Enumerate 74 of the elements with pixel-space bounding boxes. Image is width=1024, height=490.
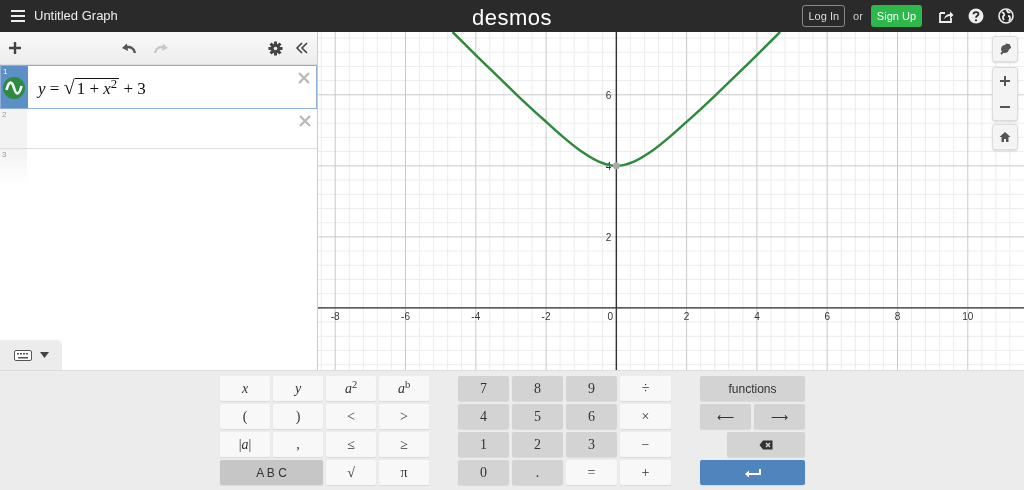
keypad-key[interactable]: < xyxy=(326,404,376,429)
menu-icon[interactable] xyxy=(10,9,26,23)
keypad-key[interactable]: = xyxy=(566,460,617,485)
settings-icon[interactable] xyxy=(268,40,283,56)
graph-style-icon[interactable] xyxy=(3,77,25,99)
keypad-key[interactable]: functions xyxy=(700,376,805,401)
keypad-key[interactable]: ≤ xyxy=(326,432,376,457)
y-tick-label: 2 xyxy=(605,231,612,243)
keypad-key[interactable]: 6 xyxy=(566,404,617,429)
keyboard-toggle[interactable] xyxy=(0,340,62,370)
keypad-key[interactable]: x xyxy=(220,376,270,401)
row-number: 3 xyxy=(2,149,7,161)
keypad-key[interactable]: > xyxy=(379,404,429,429)
row-number: 2 xyxy=(2,109,7,121)
x-tick-label: 4 xyxy=(754,310,760,322)
keypad-key[interactable]: a$^{b}$ xyxy=(379,376,429,401)
point-marker[interactable] xyxy=(612,162,620,170)
expression-row[interactable]: 1 y = √1 + x$^{2}$ + 3 xyxy=(0,65,317,109)
backspace-key[interactable] xyxy=(727,432,805,457)
keyboard-icon xyxy=(13,349,32,361)
keypad-key[interactable]: + xyxy=(620,460,671,485)
graph-title: Untitled Graph xyxy=(34,7,118,26)
globe-icon[interactable] xyxy=(998,8,1014,24)
x-tick-label: -6 xyxy=(401,310,410,322)
home-icon[interactable] xyxy=(999,131,1011,143)
keypad-key[interactable]: × xyxy=(620,404,671,429)
keypad-key[interactable]: 7 xyxy=(458,376,509,401)
keypad-key[interactable]: , xyxy=(273,432,323,457)
keypad-key[interactable]: ⟵ xyxy=(700,404,751,429)
help-icon[interactable] xyxy=(968,8,984,24)
login-button[interactable]: Log In xyxy=(802,4,846,28)
keypad-key[interactable]: 4 xyxy=(458,404,509,429)
backspace-icon[interactable] xyxy=(759,439,773,450)
x-tick-label: 6 xyxy=(824,310,830,322)
enter-icon[interactable] xyxy=(743,467,762,478)
x-tick-label: 2 xyxy=(683,310,690,322)
keypad-key[interactable]: ( xyxy=(220,404,270,429)
x-tick-label: -8 xyxy=(330,310,340,322)
keypad-key[interactable]: 0 xyxy=(458,460,509,485)
x-tick-label: 10 xyxy=(962,310,974,322)
keypad-key[interactable]: 5 xyxy=(512,404,563,429)
or-text: or xyxy=(853,8,863,24)
keypad-key[interactable]: y xyxy=(273,376,323,401)
x-tick-label: -2 xyxy=(541,310,551,322)
collapse-icon[interactable] xyxy=(295,41,309,55)
zoom-in-icon[interactable] xyxy=(999,75,1011,87)
row-number: 1 xyxy=(3,66,8,78)
keypad-key[interactable]: |a| xyxy=(220,432,270,457)
zoom-controls[interactable] xyxy=(992,67,1018,121)
keypad-key[interactable]: a$^{2}$ xyxy=(326,376,376,401)
keypad-key[interactable]: √ xyxy=(326,460,376,485)
keypad-key[interactable]: − xyxy=(620,432,671,457)
keypad-key[interactable]: A B C xyxy=(220,460,323,485)
y-tick-label: 6 xyxy=(605,89,612,101)
keypad-key[interactable]: . xyxy=(512,460,563,485)
add-icon[interactable] xyxy=(8,41,22,55)
keypad-key[interactable]: 2 xyxy=(512,432,563,457)
keypad-key[interactable]: ÷ xyxy=(620,376,671,401)
home-button[interactable] xyxy=(992,124,1018,150)
keypad-key[interactable]: ⟶ xyxy=(754,404,805,429)
math-expression[interactable]: y = √1 + x$^{2}$ + 3 xyxy=(28,72,146,102)
caret-icon xyxy=(39,352,49,358)
undo-icon[interactable] xyxy=(121,42,137,54)
keypad-key[interactable]: 8 xyxy=(512,376,563,401)
logo[interactable]: desmos xyxy=(472,1,552,34)
keypad-key[interactable]: ) xyxy=(273,404,323,429)
keypad-key[interactable]: 3 xyxy=(566,432,617,457)
keypad-key[interactable]: 9 xyxy=(566,376,617,401)
x-tick-label: 8 xyxy=(894,310,901,322)
x-tick-label: 0 xyxy=(607,310,614,322)
keypad-key[interactable]: 1 xyxy=(458,432,509,457)
x-tick-label: -4 xyxy=(471,310,481,322)
keypad-key[interactable]: π xyxy=(379,460,429,485)
keypad-key[interactable]: ≥ xyxy=(379,432,429,457)
